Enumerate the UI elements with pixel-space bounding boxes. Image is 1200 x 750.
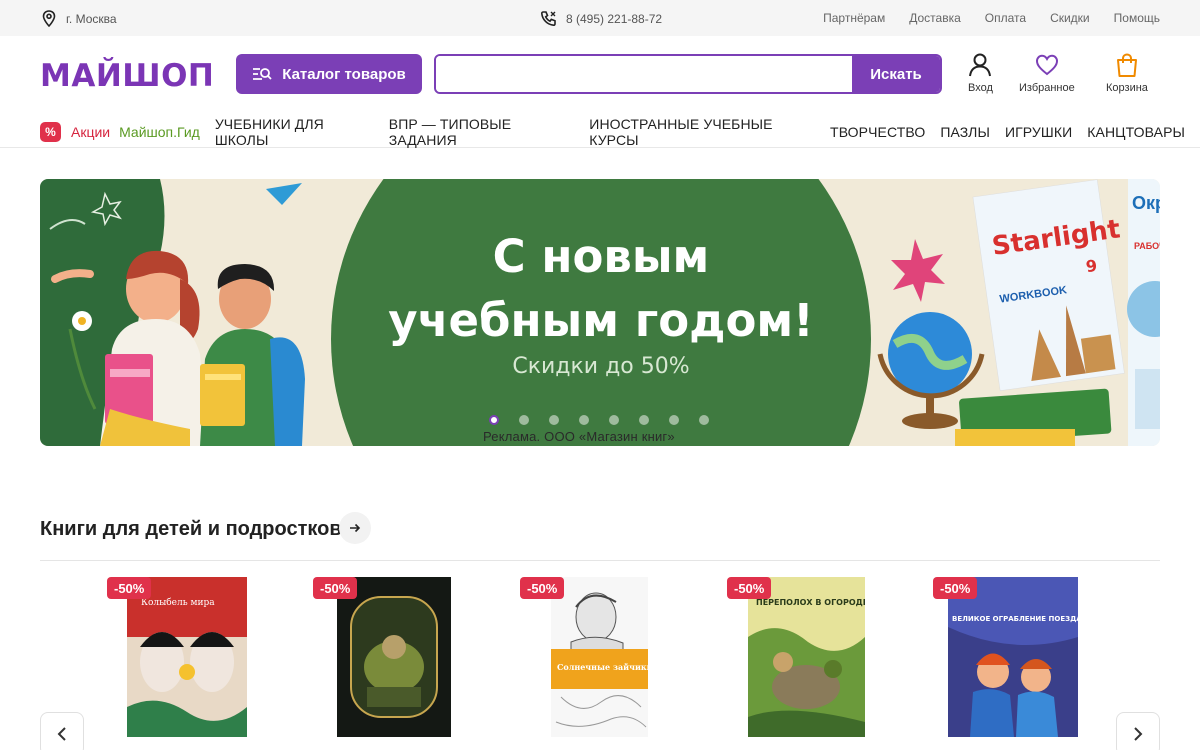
banner-dot-4[interactable]	[579, 415, 589, 425]
phone-contact[interactable]: 8 (495) 221-88-72	[540, 10, 662, 27]
city-label: г. Москва	[66, 11, 117, 26]
link-payment[interactable]: Оплата	[985, 11, 1026, 25]
section-more-button[interactable]	[339, 512, 371, 544]
catalog-button-label: Каталог товаров	[282, 65, 406, 83]
nav-puzzles[interactable]: ПАЗЛЫ	[940, 124, 990, 140]
product-card-4[interactable]: ПЕРЕПОЛОХ В ОГОРОДЕ	[748, 577, 868, 737]
search-input[interactable]	[436, 56, 852, 92]
link-discounts[interactable]: Скидки	[1050, 11, 1090, 25]
catalog-button[interactable]: Каталог товаров	[236, 54, 422, 94]
children-illustration	[40, 179, 305, 446]
book-cover-4: ПЕРЕПОЛОХ В ОГОРОДЕ	[748, 577, 868, 737]
login-label: Вход	[968, 82, 993, 94]
discount-badge-5: -50%	[933, 577, 978, 599]
banner-dot-1[interactable]	[489, 415, 499, 425]
chevron-left-icon	[57, 727, 66, 741]
main-header: МАЙШОП Каталог товаров Искать Вход Избра…	[0, 36, 1200, 112]
carousel-prev-button[interactable]	[40, 712, 84, 750]
city-selector[interactable]: г. Москва	[42, 10, 117, 27]
nav-promo[interactable]: Акции	[71, 124, 110, 140]
nav-foreign-courses[interactable]: ИНОСТРАННЫЕ УЧЕБНЫЕ КУРСЫ	[589, 116, 815, 148]
promo-banner[interactable]: С новым учебным годом! Скидки до 50% Sta…	[40, 179, 1160, 446]
location-pin-icon	[42, 10, 56, 27]
link-delivery[interactable]: Доставка	[909, 11, 961, 25]
product-card-3[interactable]: Солнечные зайчики	[551, 577, 653, 737]
banner-dot-3[interactable]	[549, 415, 559, 425]
banner-dot-7[interactable]	[669, 415, 679, 425]
percent-badge-icon: %	[40, 122, 61, 142]
book-cover-1-text: Колыбель мира	[141, 597, 215, 608]
banner-dot-5[interactable]	[609, 415, 619, 425]
book-cover-3-text: Солнечные зайчики	[557, 662, 648, 672]
second-book-title: Окруж МИ	[1132, 193, 1160, 213]
textbooks-illustration: Starlight 9 WORKBOOK Окруж МИ РАБОЧАЯ Т	[877, 179, 1160, 446]
cart-button[interactable]: Корзина	[1106, 52, 1148, 94]
banner-ad-disclaimer: Реклама. ООО «Магазин книг»	[483, 429, 675, 444]
carousel-next-button[interactable]	[1116, 712, 1160, 750]
top-links: Партнёрам Доставка Оплата Скидки Помощь	[823, 11, 1160, 25]
book-cover-4-text: ПЕРЕПОЛОХ В ОГОРОДЕ	[756, 598, 865, 607]
favorites-button[interactable]: Избранное	[1019, 52, 1075, 94]
banner-title-line2: учебным годом!	[388, 294, 814, 347]
nav-guide[interactable]: Майшоп.Гид	[119, 124, 200, 140]
link-partners[interactable]: Партнёрам	[823, 11, 885, 25]
discount-badge-3: -50%	[520, 577, 565, 599]
phone-number: 8 (495) 221-88-72	[566, 11, 663, 26]
top-utility-bar: г. Москва 8 (495) 221-88-72 Партнёрам До…	[0, 0, 1200, 36]
discount-badge-1: -50%	[107, 577, 152, 599]
favorites-label: Избранное	[1019, 82, 1075, 94]
search-bar: Искать	[434, 54, 942, 94]
book-cover-2	[337, 577, 451, 737]
second-book-subtitle: РАБОЧАЯ Т	[1134, 241, 1160, 251]
discount-badge-2: -50%	[313, 577, 358, 599]
link-help[interactable]: Помощь	[1114, 11, 1160, 25]
book-cover-1: Колыбель мира	[127, 577, 247, 737]
nav-vpr[interactable]: ВПР — ТИПОВЫЕ ЗАДАНИЯ	[389, 116, 575, 148]
phone-icon	[540, 11, 556, 27]
section-divider	[40, 560, 1160, 561]
banner-slide-dots	[489, 415, 709, 425]
product-card-5[interactable]: ВЕЛИКОЕ ОГРАБЛЕНИЕ ПОЕЗДА	[948, 577, 1082, 737]
banner-dot-2[interactable]	[519, 415, 529, 425]
shopping-bag-icon	[1116, 53, 1137, 77]
book-cover-5: ВЕЛИКОЕ ОГРАБЛЕНИЕ ПОЕЗДА	[948, 577, 1082, 737]
cart-label: Корзина	[1106, 82, 1148, 94]
nav-toys[interactable]: ИГРУШКИ	[1005, 124, 1072, 140]
site-logo[interactable]: МАЙШОП	[40, 58, 214, 94]
nav-stationery[interactable]: КАНЦТОВАРЫ	[1087, 124, 1185, 140]
banner-dot-8[interactable]	[699, 415, 709, 425]
banner-subtitle: Скидки до 50%	[512, 354, 690, 379]
product-card-1[interactable]: Колыбель мира	[127, 577, 247, 737]
nav-school-textbooks[interactable]: УЧЕБНИКИ ДЛЯ ШКОЛЫ	[215, 116, 374, 148]
book-cover-5-text: ВЕЛИКОЕ ОГРАБЛЕНИЕ ПОЕЗДА	[952, 615, 1078, 623]
catalog-menu-icon	[253, 68, 272, 80]
book-cover-3: Солнечные зайчики	[551, 577, 653, 737]
chevron-right-icon	[1134, 727, 1143, 741]
section-title: Книги для детей и подростков	[40, 518, 342, 540]
banner-title-line1: С новым	[492, 230, 710, 283]
user-icon	[969, 53, 992, 77]
product-card-2[interactable]	[337, 577, 451, 737]
nav-creativity[interactable]: ТВОРЧЕСТВО	[830, 124, 925, 140]
banner-title: С новым учебным годом!	[331, 225, 871, 353]
arrow-right-icon	[350, 523, 361, 533]
category-nav: % Акции Майшоп.Гид УЧЕБНИКИ ДЛЯ ШКОЛЫ ВП…	[0, 112, 1200, 148]
heart-icon	[1035, 54, 1058, 76]
login-button[interactable]: Вход	[968, 52, 993, 94]
search-button[interactable]: Искать	[852, 56, 940, 92]
discount-badge-4: -50%	[727, 577, 772, 599]
banner-dot-6[interactable]	[639, 415, 649, 425]
